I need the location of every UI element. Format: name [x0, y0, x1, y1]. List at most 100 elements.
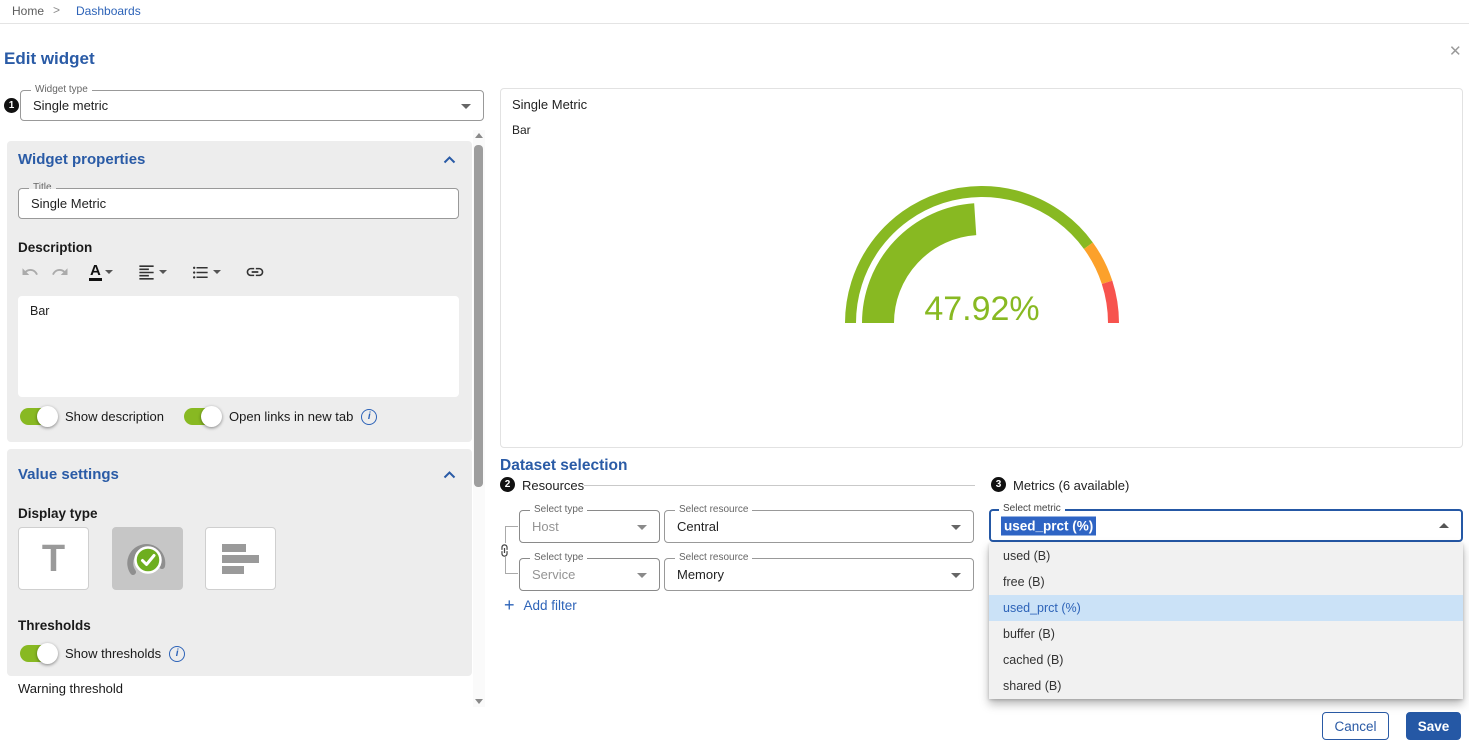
display-option-text[interactable]: T	[18, 527, 89, 590]
chevron-down-icon	[951, 525, 961, 530]
resource-type-select-1[interactable]: Select type Host	[519, 510, 660, 543]
chevron-down-icon	[637, 525, 647, 530]
show-thresholds-toggle[interactable]	[20, 645, 56, 662]
gauge-value-text: 47.92%	[924, 290, 1039, 328]
display-option-gauge[interactable]	[112, 527, 183, 590]
text-display-icon: T	[42, 540, 65, 578]
preview-title: Single Metric	[512, 97, 587, 112]
breadcrumb-home-link[interactable]: Home	[12, 4, 44, 18]
chevron-down-icon	[159, 270, 167, 274]
show-description-label: Show description	[65, 409, 164, 424]
metric-option[interactable]: cached (B)	[989, 647, 1463, 673]
title-input[interactable]	[19, 189, 458, 218]
open-links-toggle[interactable]	[184, 408, 220, 425]
chevron-up-icon	[443, 156, 456, 164]
chain-link-icon	[497, 543, 512, 558]
scrollbar-down-arrow-icon[interactable]	[475, 699, 483, 704]
metric-option[interactable]: used (B)	[989, 543, 1463, 569]
link-bracket-bottom	[505, 557, 518, 574]
metrics-label: Metrics (6 available)	[1013, 478, 1129, 493]
widget-properties-heading: Widget properties	[18, 151, 145, 168]
scrollbar-thumb[interactable]	[474, 145, 483, 487]
gauge-chart: 47.92%	[832, 176, 1132, 331]
resource-type-value-2: Service	[532, 559, 575, 590]
add-filter-button[interactable]: + Add filter	[504, 596, 577, 614]
metric-select[interactable]: Select metric used_prct (%)	[989, 509, 1463, 542]
title-field-wrap: Title	[18, 188, 459, 219]
widget-type-select[interactable]: Widget type Single metric	[20, 90, 484, 121]
widget-properties-panel: Widget properties Title Description A	[7, 141, 472, 442]
resource-type-value-1: Host	[532, 511, 559, 542]
insert-link-button[interactable]	[242, 260, 268, 284]
description-textarea[interactable]: Bar	[18, 296, 459, 397]
value-settings-panel: Value settings Display type T Thresholds	[7, 449, 472, 676]
scrollbar-up-arrow-icon[interactable]	[475, 133, 483, 138]
gauge-preview: 47.92%	[832, 176, 1132, 331]
resources-label: Resources	[522, 478, 584, 493]
description-label: Description	[18, 240, 92, 255]
display-option-bar-chart[interactable]	[205, 527, 276, 590]
text-align-button[interactable]	[134, 261, 170, 284]
thresholds-label: Thresholds	[18, 618, 91, 633]
toggles-row: Show description Open links in new tab i	[20, 408, 377, 425]
chevron-down-icon	[951, 573, 961, 578]
resource-select-2[interactable]: Select resource Memory	[664, 558, 974, 591]
chevron-up-icon	[443, 471, 456, 479]
metric-option[interactable]: buffer (B)	[989, 621, 1463, 647]
link-icon	[245, 262, 265, 282]
save-button[interactable]: Save	[1406, 712, 1461, 740]
breadcrumb: Home > Dashboards	[0, 0, 1469, 24]
chevron-right-icon: >	[53, 3, 60, 17]
breadcrumb-dashboards-link[interactable]: Dashboards	[76, 4, 141, 18]
plus-icon: +	[504, 596, 515, 614]
chevron-up-icon	[1439, 523, 1449, 528]
metric-select-value: used_prct (%)	[1001, 516, 1096, 535]
text-color-icon: A	[89, 263, 102, 281]
close-icon[interactable]: ✕	[1449, 42, 1462, 60]
select-metric-label: Select metric	[999, 503, 1065, 514]
undo-button[interactable]	[18, 261, 42, 283]
info-icon[interactable]: i	[361, 409, 377, 425]
open-links-label: Open links in new tab	[229, 409, 353, 424]
step-3-badge: 3	[991, 477, 1006, 492]
resource-value-1: Central	[677, 511, 719, 542]
chevron-down-icon	[637, 573, 647, 578]
widget-type-value: Single metric	[33, 91, 108, 120]
metric-options-menu: used (B) free (B) used_prct (%) buffer (…	[989, 543, 1463, 699]
metric-option[interactable]: free (B)	[989, 569, 1463, 595]
show-thresholds-row: Show thresholds i	[20, 645, 185, 662]
chevron-down-icon	[213, 270, 221, 274]
warning-threshold-label: Warning threshold	[18, 681, 123, 696]
left-panel-scrollbar[interactable]	[473, 130, 485, 707]
page-title: Edit widget	[4, 49, 95, 69]
chevron-down-icon	[105, 270, 113, 274]
redo-icon	[51, 263, 69, 281]
metric-option[interactable]: shared (B)	[989, 673, 1463, 699]
cancel-button[interactable]: Cancel	[1322, 712, 1389, 740]
align-left-icon	[137, 263, 156, 282]
gauge-arc-critical	[1107, 282, 1113, 323]
link-bracket-top	[505, 526, 518, 543]
display-type-label: Display type	[18, 506, 98, 521]
chevron-down-icon	[461, 104, 471, 109]
info-icon[interactable]: i	[169, 646, 185, 662]
collapse-widget-properties-button[interactable]	[443, 156, 456, 164]
resources-divider	[584, 485, 975, 486]
show-description-toggle[interactable]	[20, 408, 56, 425]
add-filter-label: Add filter	[524, 598, 577, 613]
widget-preview-panel: Single Metric Bar 47.92%	[500, 88, 1463, 448]
collapse-value-settings-button[interactable]	[443, 471, 456, 479]
redo-button[interactable]	[48, 261, 72, 283]
text-color-button[interactable]: A	[86, 261, 116, 283]
list-format-button[interactable]	[188, 261, 224, 284]
metric-option-selected[interactable]: used_prct (%)	[989, 595, 1463, 621]
edit-widget-modal: Home > Dashboards Edit widget ✕ 1 Widget…	[0, 0, 1469, 743]
resource-select-1[interactable]: Select resource Central	[664, 510, 974, 543]
bar-chart-icon	[222, 542, 260, 576]
step-2-badge: 2	[500, 477, 515, 492]
undo-icon	[21, 263, 39, 281]
description-toolbar: A	[18, 260, 268, 284]
resource-type-select-2[interactable]: Select type Service	[519, 558, 660, 591]
dataset-selection-heading: Dataset selection	[500, 457, 628, 475]
resource-value-2: Memory	[677, 559, 724, 590]
